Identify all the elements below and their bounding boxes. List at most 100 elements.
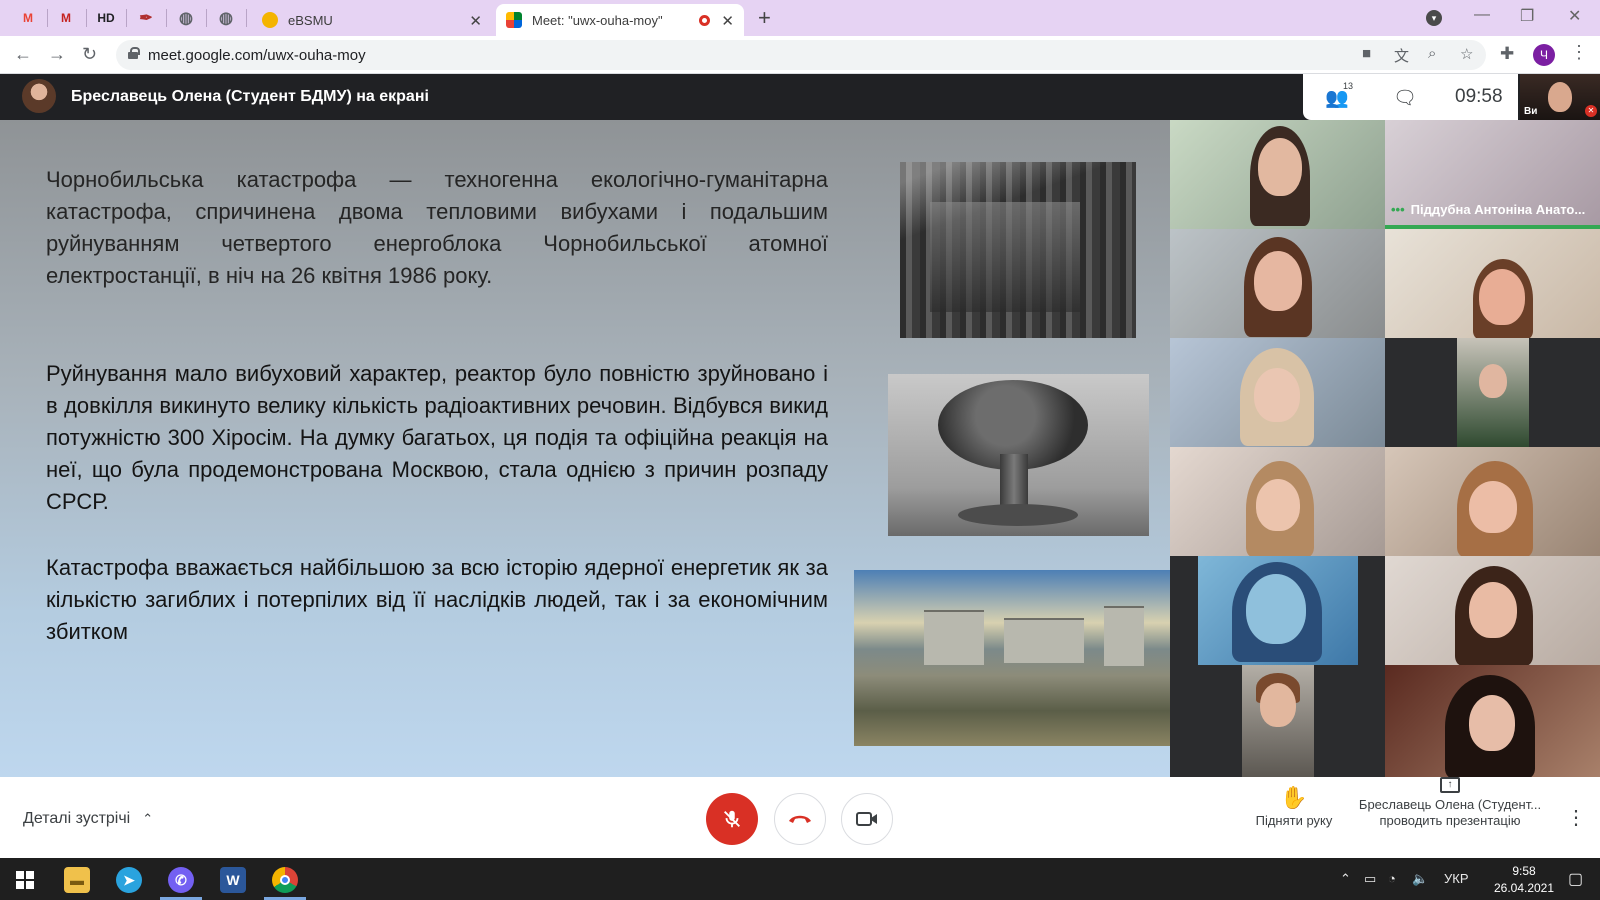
participant-tile-speaking[interactable]: ••• Піддубна Антоніна Анато... — [1385, 120, 1600, 229]
pinned-tab-gmail-2[interactable]: M — [50, 6, 82, 30]
participant-tile[interactable] — [1385, 556, 1600, 665]
face — [1256, 479, 1300, 531]
volume-icon[interactable]: 🔈 — [1412, 871, 1428, 887]
presenting-label: проводить презентацію — [1379, 813, 1521, 828]
maximize-icon[interactable]: ❐ — [1520, 6, 1534, 26]
word-icon[interactable]: W — [220, 867, 246, 893]
chat-icon[interactable]: 🗨 — [1393, 86, 1417, 110]
bookmark-star-icon[interactable]: ☆ — [1460, 45, 1473, 63]
translate-icon[interactable]: ⽂ — [1394, 45, 1409, 66]
more-options-icon[interactable]: ⋮ — [1566, 805, 1586, 830]
slide-paragraph: Чорнобильська катастрофа — техногенна ек… — [46, 167, 828, 288]
tray-chevron-icon[interactable]: ⌃ — [1340, 871, 1351, 887]
face — [1469, 695, 1515, 751]
hang-up-icon — [789, 815, 811, 823]
close-tab-icon[interactable]: ✕ — [469, 12, 482, 30]
raise-hand-label: Підняти руку — [1255, 813, 1333, 828]
face — [1479, 364, 1507, 398]
participant-tile[interactable] — [1170, 447, 1385, 556]
raise-hand-button[interactable]: ✋ Підняти руку — [1244, 785, 1344, 828]
input-language[interactable]: УКР — [1444, 871, 1469, 886]
slide-paragraph: Катастрофа вважається найбільшою за всю … — [46, 555, 828, 644]
camera-permission-icon[interactable]: ■ — [1362, 45, 1371, 62]
participant-tile[interactable] — [1385, 447, 1600, 556]
self-label: Ви — [1524, 106, 1538, 117]
presenter-title: Бреславець Олена (Студент БДМУ) на екран… — [71, 88, 429, 105]
reactor-ruins-photo — [900, 162, 1136, 338]
participant-tile[interactable] — [1170, 556, 1385, 665]
participant-name-row: ••• Піддубна Антоніна Анато... — [1391, 202, 1585, 217]
microphone-toggle-button[interactable] — [706, 793, 758, 845]
participant-tile[interactable] — [1170, 338, 1385, 447]
pinned-tab-globe-1[interactable]: ◍ — [170, 6, 202, 30]
tab-meet[interactable]: Meet: "uwx-ouha-moy" ✕ — [496, 4, 744, 36]
participant-tile[interactable] — [1170, 229, 1385, 338]
slide-paragraph: Руйнування мало вибуховий характер, реак… — [46, 361, 828, 514]
recording-indicator-icon — [699, 15, 710, 26]
close-tab-icon[interactable]: ✕ — [721, 12, 734, 30]
minimize-icon[interactable]: — — [1474, 6, 1490, 24]
file-explorer-icon[interactable]: ▬ — [64, 867, 90, 893]
browser-tab-strip: M M HD ✒ ◍ ◍ eBSMU ✕ Meet: "uwx-ouha-moy… — [0, 0, 1600, 36]
tab-search-icon[interactable]: ▾ — [1426, 10, 1442, 26]
presenter-avatar — [22, 79, 56, 113]
new-tab-button[interactable]: + — [758, 5, 771, 31]
battery-icon[interactable]: ▭ — [1364, 871, 1376, 887]
pinned-tab-gmail-1[interactable]: M — [12, 6, 44, 30]
back-arrow-icon[interactable]: ← — [14, 44, 32, 65]
mic-off-icon: ✕ — [1585, 105, 1597, 117]
address-bar[interactable]: meet.google.com/uwx-ouha-moy ■ ⽂ ⌕ ☆ — [116, 40, 1486, 70]
participant-count: 13 — [1343, 81, 1354, 91]
pinned-tab-pen[interactable]: ✒ — [130, 6, 162, 30]
tab-separator — [166, 9, 167, 27]
presenting-status[interactable]: ↑ Бреславець Олена (Студент... проводить… — [1355, 777, 1545, 829]
windows-start-icon[interactable] — [16, 871, 34, 889]
participant-tile[interactable] — [1170, 665, 1385, 777]
camera-toggle-button[interactable] — [841, 793, 893, 845]
pinned-tab-hd[interactable]: HD — [90, 6, 122, 30]
notifications-icon[interactable]: ▢ — [1568, 869, 1583, 889]
url-text[interactable]: meet.google.com/uwx-ouha-moy — [148, 47, 366, 64]
browser-menu-icon[interactable]: ⋮ — [1570, 42, 1588, 63]
system-date: 26.04.2021 — [1493, 881, 1555, 895]
browser-toolbar: ← → ↻ meet.google.com/uwx-ouha-moy ■ ⽂ ⌕… — [0, 36, 1600, 74]
participant-tile[interactable] — [1385, 338, 1600, 447]
windows-taskbar: ▬ ➤ ✆ W ⌃ ▭ ◔ 🔈 УКР 9:58 26.04.2021 ▢ — [0, 858, 1600, 900]
reload-icon[interactable]: ↻ — [82, 44, 97, 65]
face — [1258, 138, 1302, 196]
tab-ebsmu[interactable]: eBSMU ✕ — [252, 4, 492, 36]
zoom-icon[interactable]: ⌕ — [1428, 45, 1436, 62]
telegram-icon[interactable]: ➤ — [116, 867, 142, 893]
face — [1479, 269, 1525, 325]
wifi-icon[interactable]: ◔ — [1388, 871, 1396, 886]
tab-title: eBSMU — [288, 12, 333, 28]
chrome-icon[interactable] — [272, 867, 298, 893]
close-window-icon[interactable]: ✕ — [1568, 6, 1581, 26]
leave-call-button[interactable] — [774, 793, 826, 845]
face — [1254, 368, 1300, 422]
meet-favicon-icon — [506, 12, 522, 28]
participant-tile[interactable] — [1385, 665, 1600, 777]
present-screen-icon: ↑ — [1440, 777, 1460, 793]
pinned-tab-globe-2[interactable]: ◍ — [210, 6, 242, 30]
face — [1469, 582, 1517, 638]
viber-icon[interactable]: ✆ — [168, 867, 194, 893]
hand-icon: ✋ — [1280, 785, 1308, 810]
system-time: 9:58 — [1512, 864, 1536, 878]
participant-tile[interactable] — [1385, 229, 1600, 338]
face — [1260, 683, 1296, 727]
tab-separator — [246, 9, 247, 27]
system-clock[interactable]: 9:58 26.04.2021 — [1488, 863, 1560, 897]
speaking-indicator-icon: ••• — [1391, 202, 1405, 217]
cloud-base — [958, 504, 1078, 526]
self-view-tile[interactable]: Ви ✕ — [1520, 74, 1600, 120]
meeting-clock: 09:58 — [1455, 86, 1503, 107]
forward-arrow-icon[interactable]: → — [48, 44, 66, 65]
extensions-puzzle-icon[interactable]: ✚ — [1500, 44, 1514, 64]
building — [1004, 618, 1084, 663]
participant-name: Піддубна Антоніна Анато... — [1410, 202, 1586, 217]
participant-tile[interactable] — [1170, 120, 1385, 229]
meeting-details-button[interactable]: Деталі зустрічі ⌃ — [23, 810, 153, 828]
profile-avatar[interactable]: Ч — [1533, 44, 1555, 66]
tab-separator — [206, 9, 207, 27]
